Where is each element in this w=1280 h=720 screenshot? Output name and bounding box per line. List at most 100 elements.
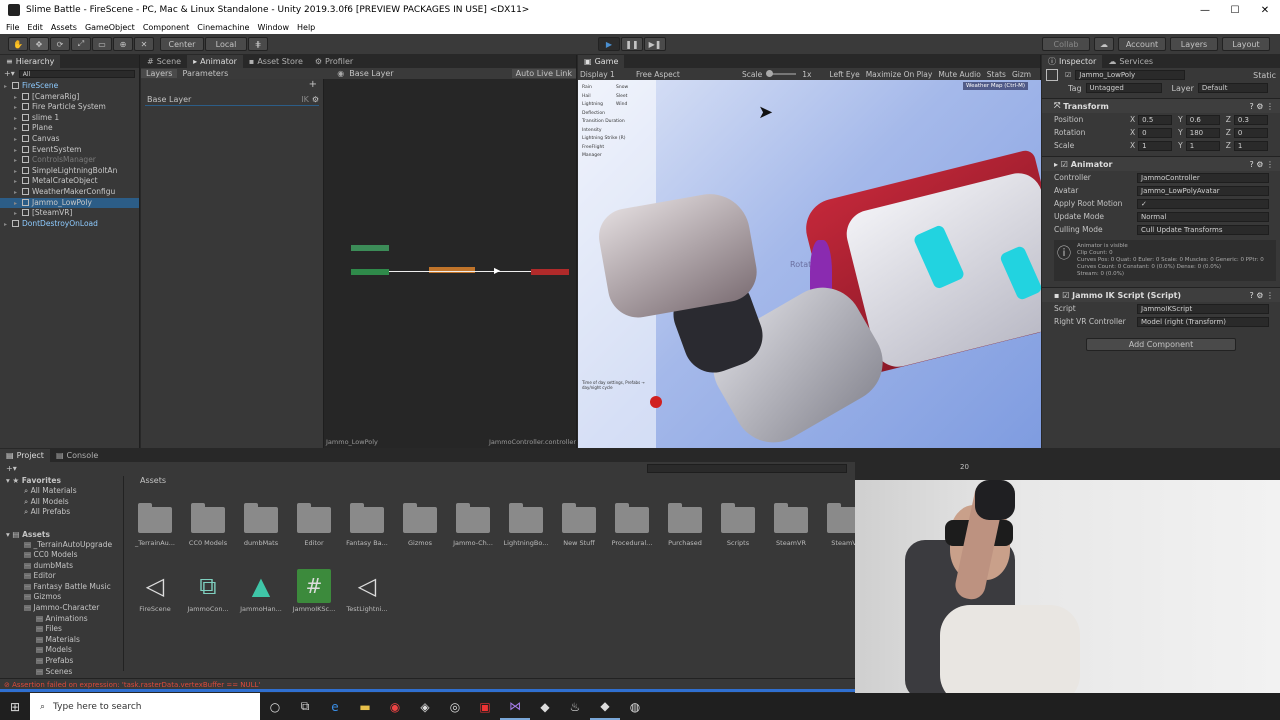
step-button[interactable]: ▶❚ xyxy=(644,37,666,51)
menu-component[interactable]: Component xyxy=(143,23,189,32)
move-tool-icon[interactable]: ✥ xyxy=(29,37,49,51)
maximize-on-play-toggle[interactable]: Maximize On Play xyxy=(866,70,933,79)
tab-inspector[interactable]: ⓘ Inspector xyxy=(1042,55,1103,68)
chrome-icon[interactable]: ◉ xyxy=(380,693,410,720)
assets-tree-item[interactable]: ▤ Materials xyxy=(0,635,123,646)
pause-button[interactable]: ❚❚ xyxy=(621,37,643,51)
hierarchy-item[interactable]: ▸ EventSystem xyxy=(0,145,139,156)
gear-icon[interactable]: ⚙ xyxy=(312,95,319,104)
file-explorer-icon[interactable]: ▬ xyxy=(350,693,380,720)
property-value-field[interactable]: Model (right (Transform) xyxy=(1137,316,1269,327)
oculus-icon[interactable]: ◎ xyxy=(440,693,470,720)
edge-icon[interactable]: e xyxy=(320,693,350,720)
unity-hub-icon[interactable]: ◈ xyxy=(410,693,440,720)
static-toggle[interactable]: Static xyxy=(1253,71,1276,80)
weather-control-item[interactable]: Intensity xyxy=(582,127,652,136)
hierarchy-item[interactable]: ▸ MetalCrateObject xyxy=(0,176,139,187)
custom-tool-icon[interactable]: ✕ xyxy=(134,37,154,51)
tab-parameters[interactable]: Parameters xyxy=(177,69,233,78)
expand-arrow-icon[interactable]: ▸ xyxy=(4,220,12,231)
aspect-dropdown[interactable]: Free Aspect xyxy=(636,70,736,79)
rect-tool-icon[interactable]: ▭ xyxy=(92,37,112,51)
create-icon[interactable]: +▾ xyxy=(6,464,17,473)
hierarchy-item[interactable]: ▸ slime 1 xyxy=(0,113,139,124)
transform-z-field[interactable]: 1 xyxy=(1233,140,1268,151)
close-button[interactable]: ✕ xyxy=(1250,5,1280,16)
favorites-header[interactable]: ▾ ★ Favorites xyxy=(0,476,123,486)
hierarchy-item[interactable]: ▸ Plane xyxy=(0,123,139,134)
assets-tree-item[interactable]: ▤ Editor xyxy=(0,571,123,582)
hierarchy-item[interactable]: ▸ WeatherMakerConfigu xyxy=(0,187,139,198)
file-asset[interactable]: ◁ FireScene xyxy=(130,569,180,613)
animator-header[interactable]: ▸ ☑ Animator ? ⚙ ⋮ xyxy=(1042,156,1280,171)
favorites-item[interactable]: ⌕ All Models xyxy=(0,497,123,508)
hand-tool-icon[interactable]: ✋ xyxy=(8,37,28,51)
menu-cinemachine[interactable]: Cinemachine xyxy=(197,23,249,32)
assets-tree-item[interactable]: ▤ _TerrainAutoUpgrade xyxy=(0,540,123,551)
mute-audio-toggle[interactable]: Mute Audio xyxy=(938,70,980,79)
taskbar-search[interactable]: ⌕ Type here to search xyxy=(30,693,260,720)
tab-asset-store[interactable]: ▪ Asset Store xyxy=(243,55,309,68)
tab-console[interactable]: ▤ Console xyxy=(50,449,104,462)
tab-game[interactable]: ▣ Game xyxy=(578,55,625,68)
weather-control-item[interactable]: Lightning Strike (R) xyxy=(582,135,652,144)
collab-button[interactable]: Collab xyxy=(1042,37,1090,51)
steam-icon[interactable]: ♨ xyxy=(560,693,590,720)
recorder-icon[interactable]: ▣ xyxy=(470,693,500,720)
add-component-button[interactable]: Add Component xyxy=(1086,338,1236,351)
transform-z-field[interactable]: 0.3 xyxy=(1233,114,1268,125)
assets-header[interactable]: ▾ ▤ Assets xyxy=(0,530,123,540)
weather-control-item[interactable]: Lightning xyxy=(582,101,616,110)
hierarchy-item[interactable]: ▸ DontDestroyOnLoad xyxy=(0,219,139,230)
layer-item[interactable]: Base Layer IK ⚙ xyxy=(145,94,319,106)
tab-project[interactable]: ▤ Project xyxy=(0,449,50,462)
object-name-input[interactable]: Jammo_LowPoly xyxy=(1075,70,1186,80)
layers-dropdown[interactable]: Layers xyxy=(1170,37,1218,51)
transform-y-field[interactable]: 180 xyxy=(1185,127,1220,138)
state-node-any[interactable] xyxy=(351,269,389,275)
add-layer-button[interactable]: + xyxy=(141,79,323,90)
assets-tree-item[interactable]: ▤ CC0 Models xyxy=(0,550,123,561)
folder-asset[interactable]: Procedural... xyxy=(607,503,657,547)
folder-asset[interactable]: Gizmos xyxy=(395,503,445,547)
scale-tool-icon[interactable]: ⤢ xyxy=(71,37,91,51)
hierarchy-item[interactable]: ▸ Fire Particle System xyxy=(0,102,139,113)
steamvr-icon[interactable]: ◍ xyxy=(620,693,650,720)
assets-tree-item[interactable]: ▤ dumbMats xyxy=(0,561,123,572)
visual-studio-icon[interactable]: ⋈ xyxy=(500,693,530,720)
cortana-icon[interactable]: ○ xyxy=(260,693,290,720)
folder-asset[interactable]: Scripts xyxy=(713,503,763,547)
transform-x-field[interactable]: 0.5 xyxy=(1138,114,1173,125)
menu-file[interactable]: File xyxy=(6,23,19,32)
folder-asset[interactable]: Purchased xyxy=(660,503,710,547)
project-search-input[interactable] xyxy=(646,464,847,473)
layout-dropdown[interactable]: Layout xyxy=(1222,37,1270,51)
file-asset[interactable]: ◁ TestLightni... xyxy=(342,569,392,613)
minimize-button[interactable]: — xyxy=(1190,5,1220,16)
cloud-icon[interactable]: ☁ xyxy=(1094,37,1114,51)
hierarchy-item[interactable]: ▸ FireScene xyxy=(0,81,139,92)
weather-control-item[interactable]: Rain xyxy=(582,84,616,93)
folder-asset[interactable]: dumbMats xyxy=(236,503,286,547)
folder-asset[interactable]: Editor xyxy=(289,503,339,547)
folder-asset[interactable]: Fantasy Ba... xyxy=(342,503,392,547)
account-dropdown[interactable]: Account xyxy=(1118,37,1166,51)
favorites-item[interactable]: ⌕ All Materials xyxy=(0,486,123,497)
assets-tree-item[interactable]: ▤ Scenes xyxy=(0,667,123,678)
hierarchy-item[interactable]: ▸ Canvas xyxy=(0,134,139,145)
hierarchy-item[interactable]: ▸ [CameraRig] xyxy=(0,92,139,103)
state-node-default[interactable] xyxy=(429,267,475,273)
expand-arrow-icon[interactable]: ▸ xyxy=(4,82,12,93)
add-icon[interactable]: +▾ xyxy=(4,69,15,78)
transform-y-field[interactable]: 0.6 xyxy=(1185,114,1220,125)
unity-editor-icon[interactable]: ◆ xyxy=(590,693,620,720)
folder-asset[interactable]: _TerrainAu... xyxy=(130,503,180,547)
weather-control-item[interactable]: Deflection xyxy=(582,110,616,119)
scale-slider[interactable] xyxy=(766,70,797,77)
menu-assets[interactable]: Assets xyxy=(51,23,77,32)
folder-asset[interactable]: Jammo-Ch... xyxy=(448,503,498,547)
file-asset[interactable]: ⧉ JammoCon... xyxy=(183,569,233,613)
weather-control-item[interactable]: Hail xyxy=(582,93,616,102)
layer-dropdown[interactable]: Default xyxy=(1197,83,1268,93)
folder-asset[interactable]: CC0 Models xyxy=(183,503,233,547)
